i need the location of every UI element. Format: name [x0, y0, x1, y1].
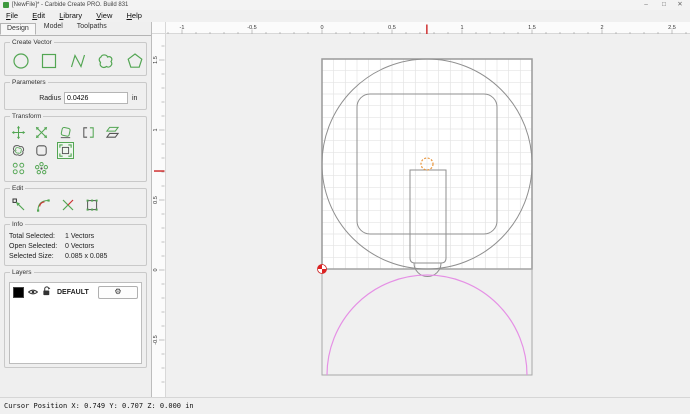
layers-list[interactable]: DEFAULT ⚙	[9, 282, 142, 364]
left-panel: Design Model Toolpaths Create Vector T	[0, 22, 169, 397]
lower-rectangle-vector[interactable]	[321, 268, 533, 376]
transform-group: Transform	[4, 113, 147, 182]
fillet-corner-tool-icon[interactable]	[33, 142, 50, 159]
magenta-semicircle-vector[interactable]	[326, 274, 528, 376]
layer-settings-gear-icon[interactable]: ⚙	[98, 285, 138, 299]
align-tool-icon[interactable]	[56, 142, 74, 159]
svg-text:0.5: 0.5	[388, 25, 396, 31]
menu-library[interactable]: Library	[53, 10, 88, 22]
move-tool-icon[interactable]	[10, 124, 27, 141]
svg-text:2: 2	[600, 25, 603, 31]
offset-tool-icon[interactable]	[10, 142, 27, 159]
curve-edit-tool-icon[interactable]	[34, 196, 52, 214]
create-vector-group: Create Vector T	[4, 39, 169, 76]
tab-model[interactable]: Model	[38, 22, 69, 34]
menu-bar: File Edit Library View Help	[0, 10, 690, 22]
circular-array-tool-icon[interactable]	[33, 160, 50, 177]
svg-text:1.5: 1.5	[528, 25, 536, 31]
svg-text:-0.5: -0.5	[153, 335, 159, 344]
info-group: Info Total Selected: 1 Vectors Open Sele…	[4, 221, 147, 266]
svg-text:0.5: 0.5	[153, 196, 159, 204]
tab-bar: Design Model Toolpaths	[0, 22, 151, 36]
layers-group: Layers DEFAULT ⚙	[4, 269, 147, 368]
layer-lock-icon[interactable]	[42, 283, 52, 301]
layer-row-default[interactable]: DEFAULT ⚙	[10, 283, 141, 299]
origin-marker-icon	[317, 264, 327, 274]
curve-tool-icon[interactable]	[95, 50, 117, 72]
skew-tool-icon[interactable]	[104, 124, 121, 141]
tab-toolpaths[interactable]: Toolpaths	[71, 22, 113, 34]
svg-text:1: 1	[460, 25, 463, 31]
ruler-corner	[152, 22, 166, 34]
trim-tool-icon[interactable]	[59, 196, 77, 214]
radius-input[interactable]	[64, 92, 128, 104]
menu-help[interactable]: Help	[121, 10, 148, 22]
status-bar: Cursor Position X: 0.749 Y: 0.707 Z: 0.0…	[0, 397, 690, 414]
radius-label: Radius	[39, 94, 61, 102]
info-total-selected: Total Selected: 1 Vectors	[9, 233, 95, 240]
scale-tool-icon[interactable]	[33, 124, 50, 141]
menu-view[interactable]: View	[90, 10, 118, 22]
mirror-tool-icon[interactable]	[80, 124, 97, 141]
polygon-tool-icon[interactable]	[124, 50, 146, 72]
close-icon[interactable]: ✕	[672, 0, 688, 10]
layer-visibility-eye-icon[interactable]	[27, 283, 39, 301]
app-icon	[3, 2, 9, 8]
layer-name: DEFAULT	[57, 288, 89, 296]
radius-unit: in	[132, 94, 138, 102]
minimize-icon[interactable]: –	[638, 0, 654, 10]
svg-text:1: 1	[153, 128, 159, 131]
transform-title: Transform	[10, 113, 44, 120]
layers-title: Layers	[10, 269, 34, 276]
info-open-selected: Open Selected: 0 Vectors	[9, 243, 95, 250]
circle-tool-icon[interactable]	[10, 50, 32, 72]
menu-edit[interactable]: Edit	[26, 10, 51, 22]
layer-color-swatch[interactable]	[13, 286, 24, 298]
rectangle-tool-icon[interactable]	[38, 50, 60, 72]
vertical-ruler: 1.5 1 0.5 0 -0.5	[152, 34, 166, 397]
linear-array-tool-icon[interactable]	[10, 160, 27, 177]
menu-file[interactable]: File	[0, 10, 24, 22]
maximize-icon[interactable]: □	[656, 0, 672, 10]
svg-text:0: 0	[320, 25, 323, 31]
boolean-tool-icon[interactable]	[83, 196, 101, 214]
svg-text:-0.5: -0.5	[247, 25, 256, 31]
parameters-title: Parameters	[10, 79, 48, 86]
rotate-tool-icon[interactable]	[57, 124, 74, 141]
cursor-position-readout: Cursor Position X: 0.749 Y: 0.707 Z: 0.0…	[4, 402, 194, 410]
parameters-group: Parameters Radius in	[4, 79, 147, 110]
node-edit-tool-icon[interactable]	[10, 196, 28, 214]
edit-group: Edit	[4, 185, 147, 218]
horizontal-ruler: -1 -0.5 0 0.5 1 1.5 2 2.5	[166, 22, 690, 35]
tab-design[interactable]: Design	[0, 23, 36, 35]
design-canvas[interactable]	[166, 34, 690, 397]
window-title: [NewFile]* - Carbide Create PRO. Build 8…	[12, 2, 129, 8]
svg-text:1.5: 1.5	[153, 56, 159, 64]
edit-title: Edit	[10, 185, 26, 192]
info-selected-size: Selected Size: 0.085 x 0.085	[9, 253, 108, 260]
svg-text:-1: -1	[180, 25, 185, 31]
svg-text:2.5: 2.5	[668, 25, 676, 31]
create-vector-title: Create Vector	[10, 39, 54, 46]
info-title: Info	[10, 221, 25, 228]
svg-text:0: 0	[153, 268, 159, 271]
polyline-tool-icon[interactable]	[67, 50, 89, 72]
